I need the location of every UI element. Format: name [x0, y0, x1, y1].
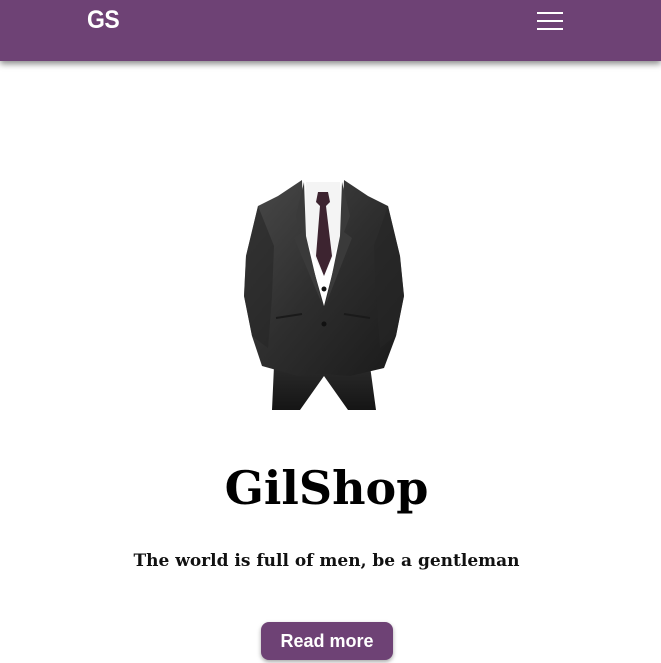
brand-logo[interactable]: GS	[87, 6, 120, 35]
site-title: GilShop	[224, 461, 429, 515]
navbar: GS	[0, 0, 661, 61]
tagline: The world is full of men, be a gentleman	[133, 551, 520, 571]
hamburger-menu-icon[interactable]	[537, 11, 563, 31]
suit-image	[244, 180, 404, 410]
read-more-button[interactable]: Read more	[261, 622, 393, 660]
